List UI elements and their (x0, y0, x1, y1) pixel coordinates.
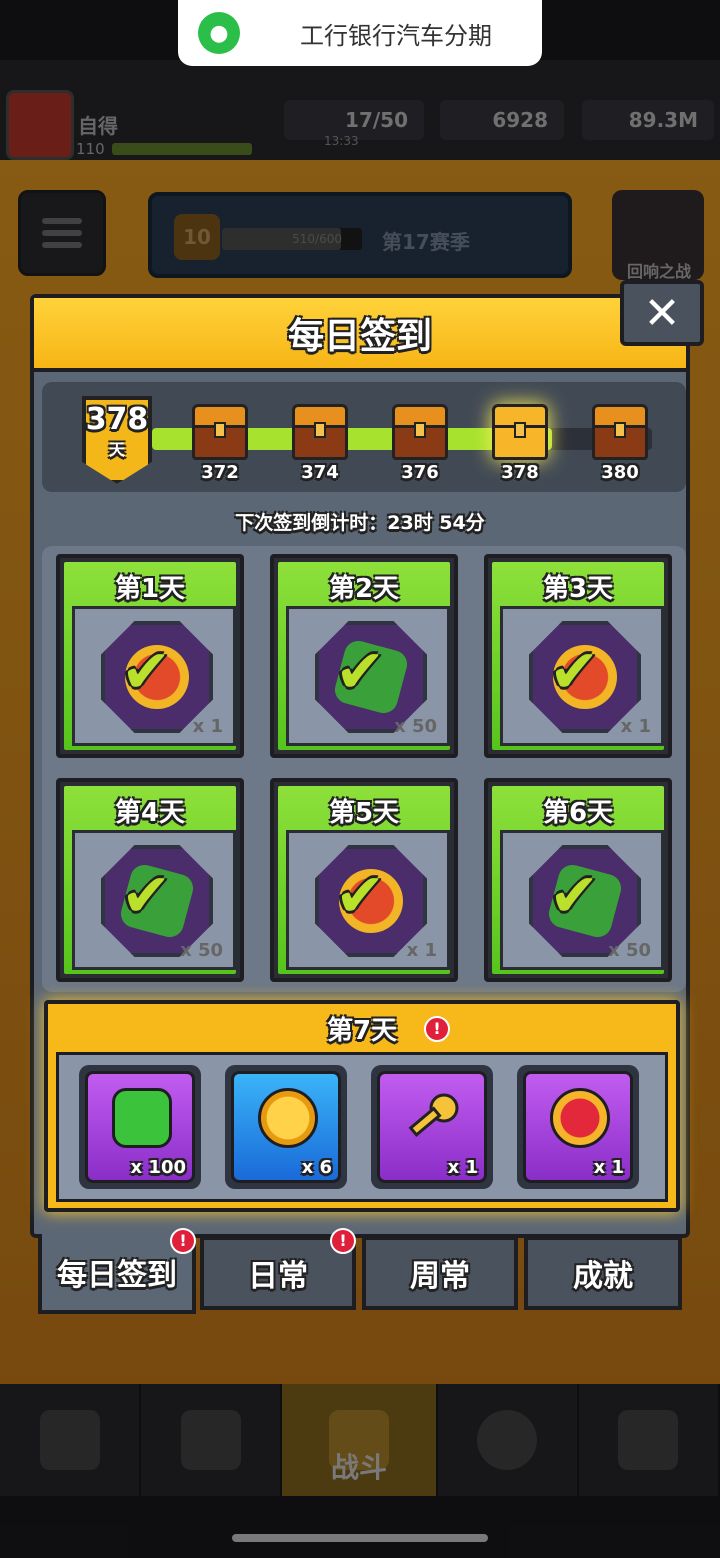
day7-alert-badge: ! (424, 1016, 450, 1042)
day-reward-card[interactable]: 第6天 ✔ x 50 (484, 778, 672, 982)
day7-reward-card[interactable]: 第7天 ! x 100 x 6 x 1 x 1 (44, 1000, 680, 1212)
milestone-chest[interactable] (492, 404, 548, 462)
milestone-track: 378 天 372 374 376 378 380 (42, 382, 686, 492)
day-reward-slot: ✔ x 1 (72, 606, 236, 746)
day-card-body: 第1天 ✔ x 1 (64, 562, 236, 750)
day-card-body: 第4天 ✔ x 50 (64, 786, 236, 974)
milestone-day-label: 374 (301, 462, 339, 483)
heart-icon (550, 1088, 610, 1148)
milestone-chest[interactable] (192, 404, 248, 462)
modal-header: 每日签到 (34, 298, 686, 372)
day-card-body: 第5天 ✔ x 1 (278, 786, 450, 974)
reward-tile: x 6 (231, 1071, 341, 1183)
day-card-body: 第3天 ✔ x 1 (492, 562, 664, 750)
day7-reward[interactable]: x 6 (225, 1065, 347, 1189)
tab-alert-badge: ! (170, 1228, 196, 1254)
day-title: 第2天 (328, 574, 400, 604)
tab-label: 每日签到 (57, 1258, 177, 1293)
tab-label: 日常 (248, 1259, 308, 1294)
reward-quantity: x 50 (180, 940, 223, 961)
modal-title: 每日签到 (287, 316, 432, 357)
milestone-day-label: 378 (501, 462, 539, 483)
reward-quantity: x 6 (301, 1157, 332, 1178)
notification-banner[interactable]: ● 工行银行汽车分期 (178, 0, 542, 66)
reward-quantity: x 1 (447, 1157, 478, 1178)
chest-lock-icon (214, 422, 226, 438)
tab-alert-badge: ! (330, 1228, 356, 1254)
day-reward-slot: ✔ x 50 (72, 830, 236, 970)
day-reward-card[interactable]: 第4天 ✔ x 50 (56, 778, 244, 982)
day7-reward[interactable]: x 1 (371, 1065, 493, 1189)
reward-quantity: x 50 (394, 716, 437, 737)
key-icon (404, 1088, 464, 1148)
day7-reward-row: x 100 x 6 x 1 x 1 (56, 1052, 668, 1202)
streak-badge: 378 天 (82, 396, 152, 484)
chest-icon (492, 422, 548, 460)
notification-text: 工行银行汽车分期 (300, 21, 492, 50)
day-reward-card[interactable]: 第2天 ✔ x 50 (270, 554, 458, 758)
check-icon: ✔ (335, 637, 386, 707)
gem-icon (112, 1088, 172, 1148)
reward-quantity: x 1 (406, 940, 437, 961)
day7-reward[interactable]: x 100 (79, 1065, 201, 1189)
day7-reward[interactable]: x 1 (517, 1065, 639, 1189)
day-card-body: 第2天 ✔ x 50 (278, 562, 450, 750)
day-title: 第6天 (542, 798, 614, 828)
daily-reward-grid: 第1天 ✔ x 1 第2天 ✔ x 50 第3天 ✔ x 1 第4天 ✔ x 50 第5天 ✔ x 1 第6天… (42, 546, 686, 992)
day-reward-card[interactable]: 第3天 ✔ x 1 (484, 554, 672, 758)
day-title: 第5天 (328, 798, 400, 828)
coin-speed-icon (258, 1088, 318, 1148)
day-title: 第1天 (114, 574, 186, 604)
milestone-chest[interactable] (292, 404, 348, 462)
chest-lock-icon (314, 422, 326, 438)
chest-lock-icon (514, 422, 526, 438)
tab-label: 周常 (410, 1259, 470, 1294)
tab-label: 成就 (573, 1259, 633, 1294)
chest-icon (192, 422, 248, 460)
daily-signin-modal: 每日签到 378 天 372 374 376 378 380 下次签到倒计时：23时 5… (30, 294, 690, 1238)
chest-lock-icon (614, 422, 626, 438)
day-reward-slot: ✔ x 50 (500, 830, 664, 970)
day-card-body: 第6天 ✔ x 50 (492, 786, 664, 974)
reward-quantity: x 1 (620, 716, 651, 737)
chest-icon (392, 422, 448, 460)
milestone-day-label: 380 (601, 462, 639, 483)
day-reward-slot: ✔ x 50 (286, 606, 450, 746)
streak-days: 378 (85, 402, 149, 437)
day-reward-card[interactable]: 第5天 ✔ x 1 (270, 778, 458, 982)
milestone-chest[interactable] (392, 404, 448, 462)
check-icon: ✔ (335, 861, 386, 931)
close-icon: ✕ (643, 287, 681, 339)
day-reward-card[interactable]: 第1天 ✔ x 1 (56, 554, 244, 758)
tab-weekly[interactable]: 周常 (362, 1236, 518, 1310)
milestone-day-label: 372 (201, 462, 239, 483)
reward-tile: x 1 (523, 1071, 633, 1183)
chest-icon (292, 422, 348, 460)
day-title: 第4天 (114, 798, 186, 828)
reward-quantity: x 100 (130, 1157, 186, 1178)
day-reward-slot: ✔ x 1 (500, 606, 664, 746)
day-title: 第3天 (542, 574, 614, 604)
tab-achievements[interactable]: 成就 (524, 1236, 682, 1310)
chest-icon (592, 422, 648, 460)
check-icon: ✔ (121, 861, 172, 931)
day7-title: 第7天 (326, 1016, 398, 1046)
streak-unit: 天 (108, 440, 125, 459)
reward-tile: x 100 (85, 1071, 195, 1183)
reward-quantity: x 50 (608, 940, 651, 961)
next-signin-countdown: 下次签到倒计时：23时 54分 (235, 512, 485, 534)
reward-tile: x 1 (377, 1071, 487, 1183)
check-icon: ✔ (549, 637, 600, 707)
chest-lock-icon (414, 422, 426, 438)
milestone-day-label: 376 (401, 462, 439, 483)
reward-quantity: x 1 (192, 716, 223, 737)
reward-quantity: x 1 (593, 1157, 624, 1178)
check-icon: ✔ (121, 637, 172, 707)
close-button[interactable]: ✕ (620, 280, 704, 346)
day-reward-slot: ✔ x 1 (286, 830, 450, 970)
milestone-chest[interactable] (592, 404, 648, 462)
wechat-icon: ● (198, 12, 240, 54)
check-icon: ✔ (549, 861, 600, 931)
